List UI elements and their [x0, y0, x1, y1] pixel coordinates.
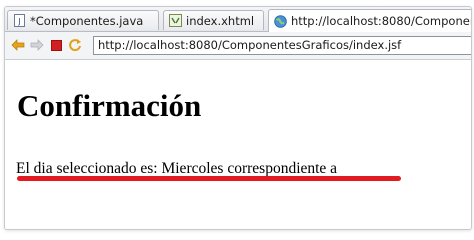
globe-icon — [274, 14, 287, 28]
tab-componentes-java[interactable]: J *Componentes.java — [7, 10, 159, 30]
tab-localhost-page[interactable]: http://localhost:8080/Componen — [268, 9, 472, 32]
page-content: Confirmación El dia seleccionado es: Mie… — [5, 60, 471, 229]
refresh-icon[interactable] — [68, 38, 82, 52]
red-highlight-underline — [17, 176, 401, 181]
tab-index-xhtml[interactable]: index.xhtml — [163, 10, 264, 30]
editor-tab-bar: J *Componentes.java index.xhtml http://l… — [5, 7, 471, 32]
xhtml-file-icon — [169, 14, 182, 27]
tab-label: *Componentes.java — [30, 13, 144, 28]
forward-arrow-icon[interactable] — [30, 38, 44, 52]
stop-icon[interactable] — [49, 38, 63, 52]
address-bar[interactable]: http://localhost:8080/ComponentesGrafico… — [93, 36, 471, 55]
tab-label: index.xhtml — [186, 13, 255, 28]
browser-frame: J *Componentes.java index.xhtml http://l… — [4, 6, 472, 230]
java-file-icon: J — [13, 14, 26, 27]
back-arrow-icon[interactable] — [11, 38, 25, 52]
browser-toolbar: http://localhost:8080/ComponentesGrafico… — [5, 32, 471, 60]
tab-label: http://localhost:8080/Componen — [291, 14, 472, 28]
page-title: Confirmación — [17, 88, 202, 123]
svg-text:J: J — [17, 17, 20, 26]
